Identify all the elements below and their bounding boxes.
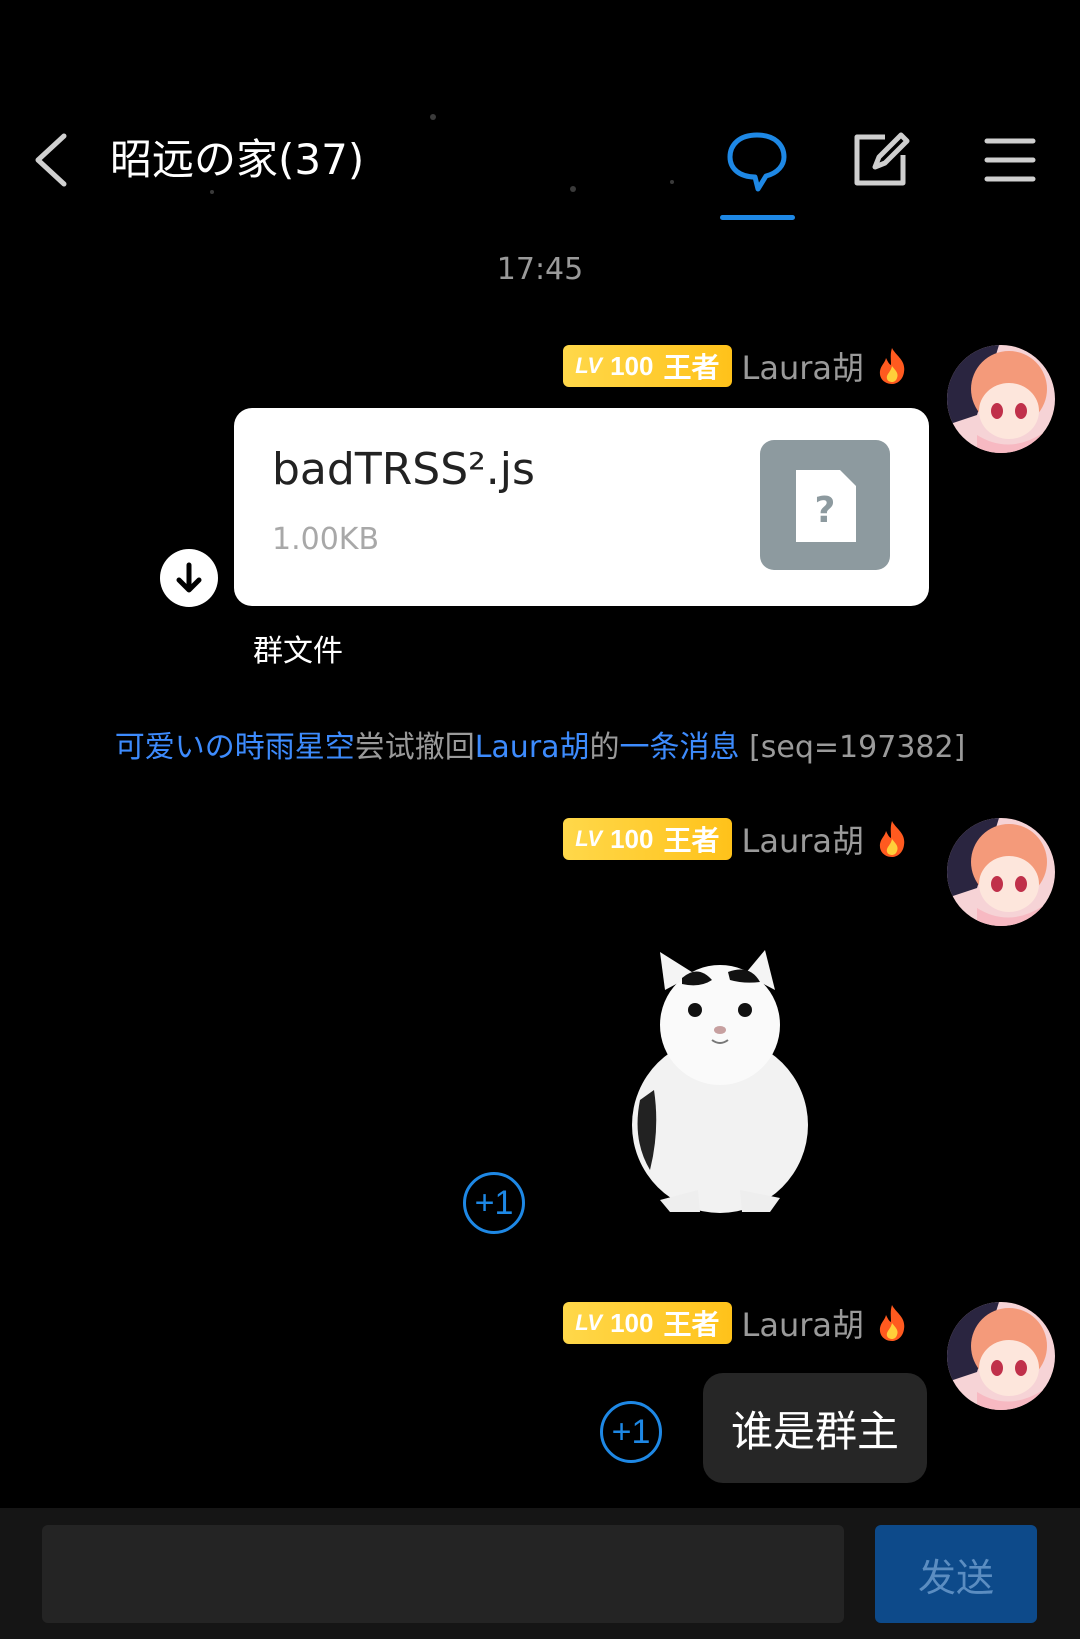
sender-info: LV 100 王者 Laura胡 (563, 1301, 910, 1345)
sender-name[interactable]: Laura胡 (742, 816, 865, 862)
level-prefix: LV (575, 1310, 603, 1335)
menu-icon[interactable] (975, 125, 1045, 195)
plus-one-button[interactable]: +1 (463, 1172, 525, 1234)
avatar[interactable] (947, 1302, 1055, 1410)
plus-one-button[interactable]: +1 (600, 1401, 662, 1463)
fire-icon (879, 348, 905, 384)
time-divider: 17:45 (496, 252, 584, 287)
action-text: 尝试撤回 (354, 730, 475, 765)
avatar[interactable] (947, 818, 1055, 926)
level-badge: LV 100 王者 (563, 345, 732, 387)
fire-icon (879, 821, 905, 857)
background-star (430, 114, 436, 120)
sender-info: LV 100 王者 Laura胡 (563, 344, 910, 388)
rank-label: 王者 (663, 824, 720, 857)
system-message: 可爱いの時雨星空尝试撤回Laura胡的一条消息 [seq=197382] (0, 728, 1080, 768)
back-icon[interactable] (30, 128, 74, 192)
level-prefix: LV (575, 826, 603, 851)
target-link[interactable]: Laura胡 (475, 730, 590, 765)
chat-title: 昭远の家(37) (110, 135, 365, 184)
avatar[interactable] (947, 345, 1055, 453)
background-star (570, 186, 576, 192)
file-name: badTRSS².js (272, 444, 535, 495)
chat-bubble-icon[interactable] (722, 125, 792, 195)
file-source-label: 群文件 (253, 634, 343, 669)
sender-info: LV 100 王者 Laura胡 (563, 817, 910, 861)
edit-icon[interactable] (845, 125, 915, 195)
message-link[interactable]: 一条消息 (620, 730, 740, 765)
rank-label: 王者 (663, 351, 720, 384)
active-tab-indicator (720, 215, 795, 220)
unknown-file-icon: ? (760, 440, 890, 570)
seq-text: [seq=197382] (739, 730, 966, 765)
fire-icon (879, 1305, 905, 1341)
cat-sticker[interactable] (620, 950, 820, 1215)
level-prefix: LV (575, 353, 603, 378)
action-text-2: 的 (589, 730, 620, 765)
level-number: 100 (610, 1307, 654, 1338)
download-button[interactable] (160, 549, 218, 607)
background-star (670, 180, 674, 184)
actor-link[interactable]: 可爱いの時雨星空 (115, 730, 355, 765)
svg-text:?: ? (815, 490, 836, 531)
arrow-down-icon (176, 562, 202, 593)
file-size: 1.00KB (272, 522, 380, 557)
message-input[interactable] (42, 1525, 844, 1623)
level-number: 100 (610, 350, 654, 381)
sender-name[interactable]: Laura胡 (742, 1300, 865, 1346)
send-button[interactable]: 发送 (875, 1525, 1037, 1623)
sender-name[interactable]: Laura胡 (742, 343, 865, 389)
rank-label: 王者 (663, 1308, 720, 1341)
level-badge: LV 100 王者 (563, 818, 732, 860)
level-number: 100 (610, 823, 654, 854)
level-badge: LV 100 王者 (563, 1302, 732, 1344)
text-message-bubble[interactable]: 谁是群主 (702, 1373, 927, 1483)
